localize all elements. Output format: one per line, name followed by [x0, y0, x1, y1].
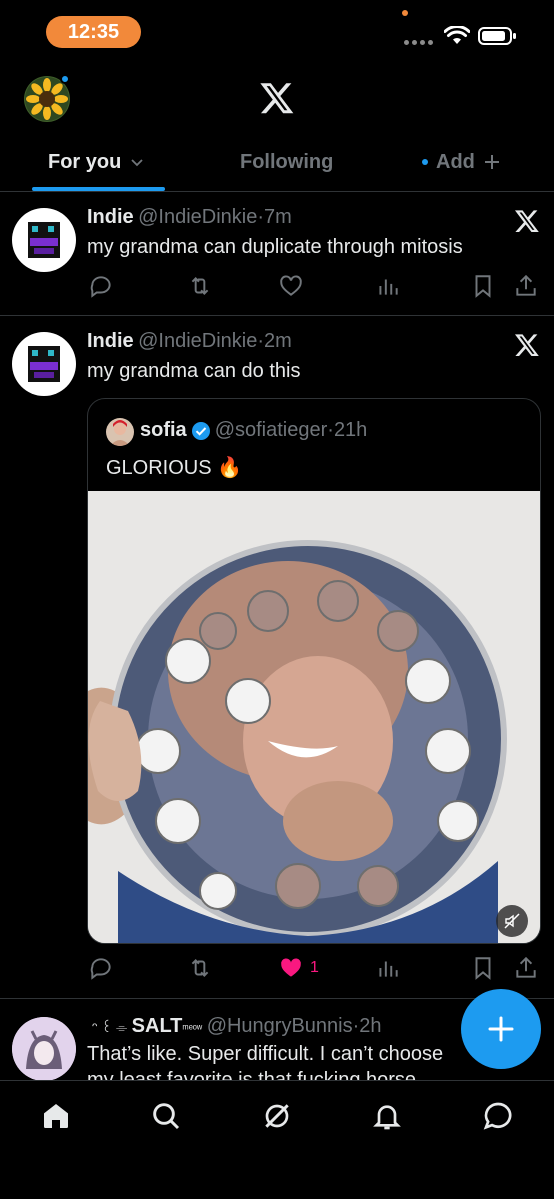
share-icon[interactable] [513, 955, 539, 981]
tweet-time: 2m [264, 330, 292, 352]
pixel-avatar-icon [28, 346, 60, 382]
views-icon[interactable] [375, 955, 401, 981]
pixel-avatar-icon [28, 222, 60, 258]
quote-time: 21h [333, 419, 368, 441]
retweet-icon[interactable] [187, 273, 213, 299]
author-handle[interactable]: @HungryBunnis [207, 1015, 353, 1037]
tab-for-you[interactable]: For you [48, 148, 145, 176]
plus-icon [488, 1016, 514, 1042]
quote-avatar[interactable] [106, 418, 134, 446]
views-icon[interactable] [375, 273, 401, 299]
author-name[interactable]: Indie [87, 206, 134, 228]
like-filled-icon [281, 958, 301, 977]
grok-icon[interactable] [261, 1100, 293, 1132]
tweet-avatar[interactable] [12, 208, 76, 272]
author-handle[interactable]: @IndieDinkie [138, 206, 257, 228]
add-dot [422, 159, 428, 165]
like-count: 1 [310, 959, 319, 976]
tab-for-you-label: For you [48, 150, 122, 173]
quote-author-name[interactable]: sofia [140, 419, 187, 442]
search-icon[interactable] [150, 1100, 182, 1132]
like-button[interactable]: 1 [278, 955, 319, 981]
tweet-avatar[interactable] [12, 1017, 76, 1080]
reply-icon[interactable] [88, 955, 114, 981]
wifi-icon [444, 26, 470, 44]
messages-icon[interactable] [482, 1100, 514, 1132]
person-avatar-icon [110, 420, 130, 446]
tab-add-label: Add [436, 150, 475, 173]
quote-text: GLORIOUS 🔥 [106, 457, 243, 479]
bottom-nav [0, 1080, 554, 1199]
tweet-text: That’s like. Super difficult. I can’t ch… [87, 1043, 444, 1065]
x-grok-icon[interactable] [514, 332, 540, 358]
tweet-time: 2h [359, 1015, 382, 1037]
anime-avatar-icon [12, 1017, 76, 1080]
tweet-1[interactable]: Indie @IndieDinkie·7m my grandma can dup… [0, 192, 554, 316]
bookmark-icon[interactable] [470, 955, 496, 981]
quote-author-handle[interactable]: @sofiatieger [215, 419, 328, 442]
compose-button[interactable] [461, 989, 541, 1069]
bookmark-icon[interactable] [470, 273, 496, 299]
author-name-suffix: ᵐᵉᵒʷ [182, 1023, 203, 1035]
chevron-down-icon [131, 159, 143, 167]
notifications-icon[interactable] [371, 1100, 403, 1132]
reply-icon[interactable] [88, 273, 114, 299]
retweet-icon[interactable] [187, 955, 213, 981]
verified-badge-icon [191, 421, 210, 440]
like-icon[interactable] [278, 273, 304, 299]
status-time: 12:35 [46, 16, 141, 48]
author-name-prefix: ᵔ ꒰ ⌯ [92, 1019, 128, 1035]
author-handle[interactable]: @IndieDinkie [138, 330, 257, 352]
mute-button[interactable] [496, 905, 528, 937]
tab-add[interactable]: Add [422, 148, 501, 176]
quote-tweet-card[interactable]: sofia @sofiatieger · 21h GLORIOUS 🔥 [87, 398, 541, 944]
notification-dot [60, 74, 70, 84]
tweet-text: my grandma can duplicate through mitosis [87, 236, 463, 258]
x-logo-icon[interactable] [259, 80, 295, 116]
tweet-avatar[interactable] [12, 332, 76, 396]
author-name[interactable]: SALT [132, 1015, 183, 1037]
plus-small-icon [484, 155, 499, 169]
tweet-time: 7m [264, 206, 292, 228]
privacy-indicator [402, 10, 408, 16]
x-grok-icon[interactable] [514, 208, 540, 234]
author-name[interactable]: Indie [87, 330, 134, 352]
signal-dots-icon [404, 40, 433, 45]
battery-icon [478, 27, 516, 45]
tab-following-label: Following [240, 150, 334, 173]
tweet-text-overflow: my least favorite is that fucking horse [87, 1069, 417, 1080]
tab-following[interactable]: Following [240, 148, 333, 176]
speaker-muted-icon [504, 913, 520, 929]
home-icon[interactable] [40, 1100, 72, 1132]
quote-video-media[interactable] [88, 491, 540, 943]
gear-puzzle-image [88, 491, 540, 943]
tweet-text: my grandma can do this [87, 360, 301, 382]
share-icon[interactable] [513, 273, 539, 299]
